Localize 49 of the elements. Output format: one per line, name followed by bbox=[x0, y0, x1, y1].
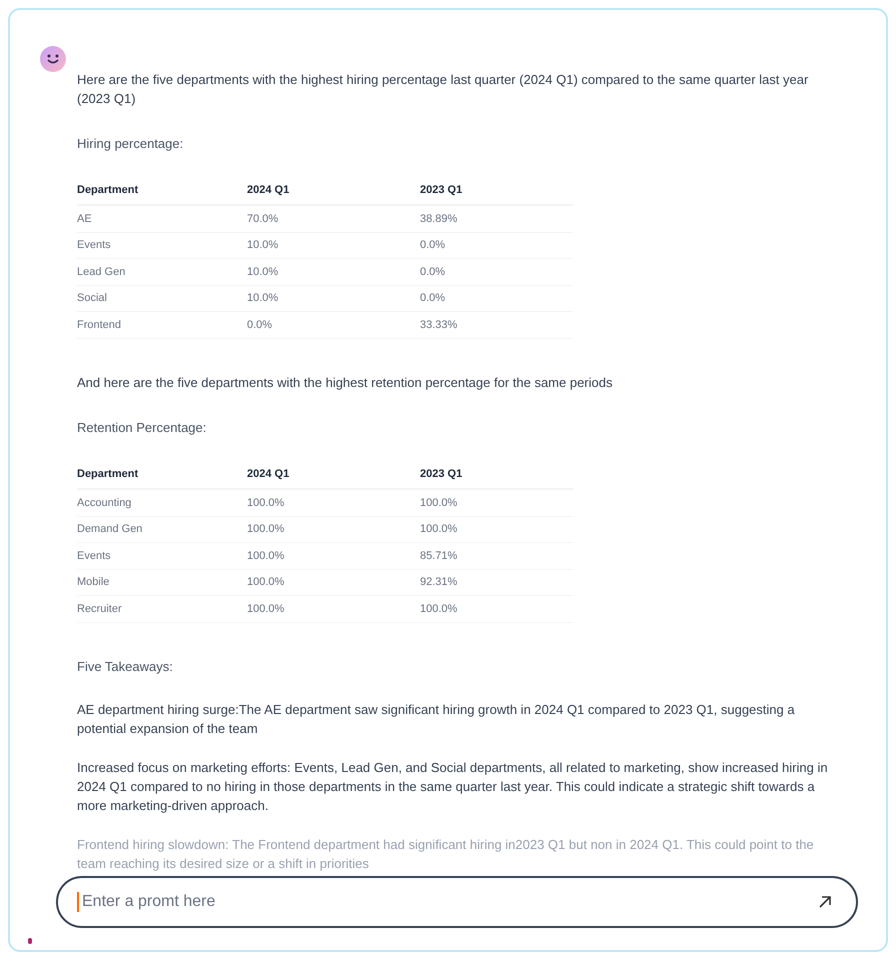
table-cell-text: 100.0% bbox=[247, 602, 286, 616]
table-cell-text: 100.0% bbox=[420, 522, 458, 537]
takeaway-text: AE department hiring surge:The AE department saw significant hiring growth in 2024 Q1 compared to 2023 Q1, suggesting a potential expansion of the team bbox=[77, 701, 796, 738]
column-header: 2023 Q1 bbox=[420, 182, 464, 198]
table-cell-text: 70.0% bbox=[247, 212, 280, 226]
table-cell-text: 10.0% bbox=[247, 238, 280, 253]
table-cell-text: 92.31% bbox=[420, 575, 458, 590]
table-cell-text: 100.0% bbox=[420, 496, 458, 510]
prompt-field[interactable]: Enter a promt here bbox=[56, 876, 858, 928]
table-title: Hiring percentage: bbox=[77, 135, 184, 153]
table-cell-text: Demand Gen bbox=[77, 522, 144, 537]
marker-icon bbox=[28, 938, 32, 944]
table-cell-text: 10.0% bbox=[247, 291, 280, 306]
table-cell-text: AE bbox=[77, 212, 93, 226]
table-cell-text: 10.0% bbox=[247, 264, 280, 280]
table-cell-text: 85.71% bbox=[420, 548, 458, 564]
column-header: 2023 Q1 bbox=[420, 466, 464, 482]
column-header: Department bbox=[77, 182, 140, 198]
table-cell-text: 0.0% bbox=[420, 238, 446, 253]
table-cell-text: 0.0% bbox=[420, 264, 446, 280]
table-cell-text: 38.89% bbox=[420, 212, 458, 226]
table-cell-text: 100.0% bbox=[247, 496, 286, 510]
text-cursor bbox=[77, 892, 79, 912]
table-cell-text: Lead Gen bbox=[77, 264, 126, 280]
table-cell-text: Social bbox=[77, 291, 108, 306]
takeaway-text: Frontend hiring slowdown: The Frontend department had significant hiring in2023 Q1 but non in 2024 Q1. This could point to the team reaching its desired size or a shift in priorities bbox=[77, 836, 815, 873]
table-cell-text: Events bbox=[77, 238, 112, 253]
message-text: Here are the five departments with the highest hiring percentage last quarter (2024 Q1) compared to the same quarter last year (2023 Q1) bbox=[77, 71, 810, 108]
takeaway-text: Increased focus on marketing efforts: Events, Lead Gen, and Social departments, all related to marketing, show increased hiring in 2024 Q1 compared to no hiring in those departments in the same quarter last year. This could indicate a strategic shift towards a more marketing-driven approach. bbox=[77, 759, 829, 815]
table-cell-text: 0.0% bbox=[247, 318, 274, 332]
column-header: 2024 Q1 bbox=[247, 466, 290, 482]
send-arrow-icon[interactable] bbox=[818, 895, 832, 909]
message-text: And here are the five departments with the highest retention percentage for the same periods bbox=[77, 374, 614, 392]
table-cell-text: 100.0% bbox=[247, 548, 286, 564]
table-cell-text: 100.0% bbox=[247, 522, 286, 537]
table-cell-text: Mobile bbox=[77, 575, 110, 590]
column-header: 2024 Q1 bbox=[247, 182, 290, 198]
table-cell-text: Recruiter bbox=[77, 602, 123, 616]
table-cell-text: 100.0% bbox=[247, 575, 286, 590]
table-cell-text: 0.0% bbox=[420, 291, 446, 306]
table-cell-text: 33.33% bbox=[420, 318, 458, 332]
table-cell-text: Events bbox=[77, 548, 112, 564]
table-cell-text: Frontend bbox=[77, 318, 122, 332]
table-title: Retention Percentage: bbox=[77, 419, 208, 437]
table-cell-text: Accounting bbox=[77, 496, 132, 510]
assistant-avatar-icon bbox=[40, 46, 66, 72]
table-cell-text: 100.0% bbox=[420, 602, 458, 616]
column-header: Department bbox=[77, 466, 140, 482]
section-title: Five Takeaways: bbox=[77, 658, 174, 676]
